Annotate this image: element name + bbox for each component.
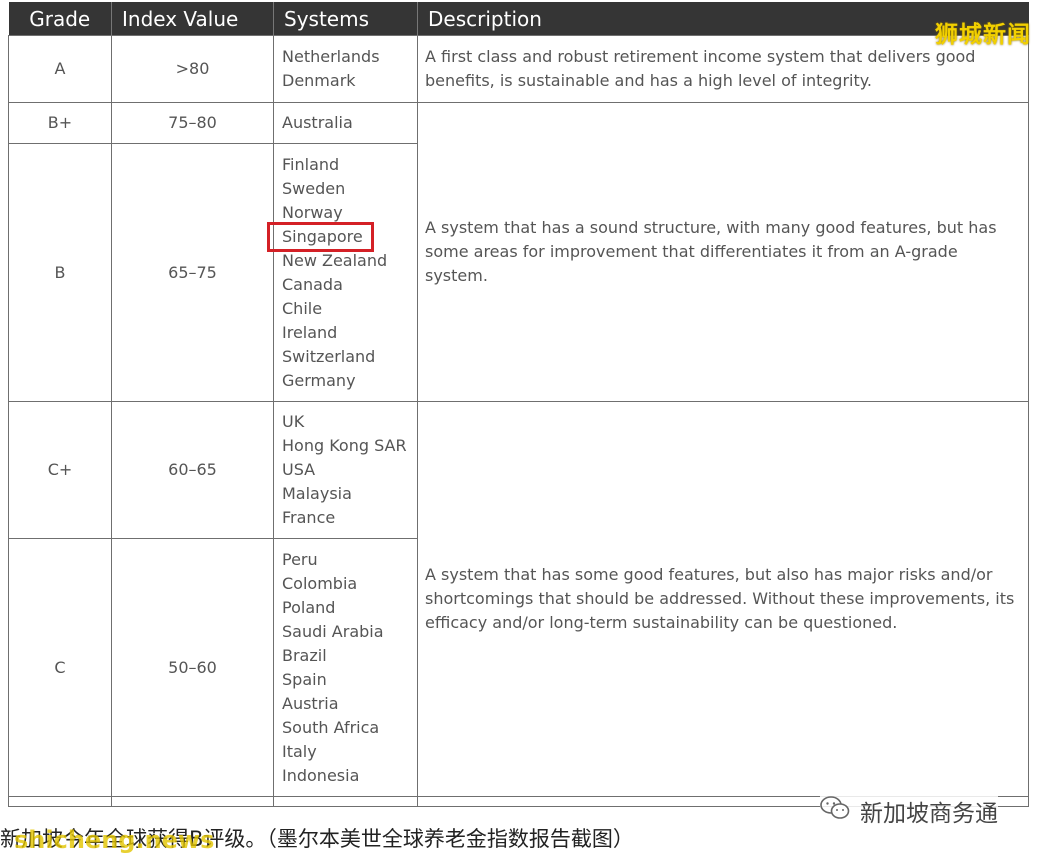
country-name: Australia	[282, 113, 353, 132]
country-name: Norway	[282, 202, 343, 222]
table-row: C+ 60–65 UK Hong Kong SAR USA Malaysia F…	[8, 401, 1029, 797]
wechat-account-mark: 新加坡商务通	[820, 795, 998, 827]
country-name: Sweden	[282, 178, 346, 198]
header-index-value: Index Value	[111, 2, 274, 36]
systems-cell: Netherlands Denmark	[273, 35, 418, 103]
watermark-top: 狮城新闻	[935, 22, 1031, 48]
country-name: Hong Kong SAR	[282, 436, 407, 455]
empty-cell	[273, 796, 418, 807]
header-grade: Grade	[8, 2, 112, 36]
country-name: Chile	[282, 298, 323, 318]
systems-cell: Australia	[273, 102, 418, 144]
country-name: Malaysia	[282, 484, 352, 503]
country-name: Netherlands	[282, 47, 380, 66]
grade-cell: A	[8, 35, 112, 103]
country-name: Austria	[282, 693, 339, 713]
country-name: Indonesia	[282, 765, 360, 785]
country-name: Brazil	[282, 645, 327, 665]
country-name: Spain	[282, 669, 327, 689]
country-name: Peru	[282, 549, 318, 569]
index-cell: 65–75	[111, 143, 274, 402]
pension-grade-table: Grade Index Value Systems Description A …	[8, 2, 1029, 807]
grade-cell: C+	[8, 401, 112, 539]
table-row: B+ 75–80 Australia A system that has a s…	[8, 102, 1029, 402]
country-name: South Africa	[282, 717, 380, 737]
index-cell: 75–80	[111, 102, 274, 144]
table-row: A >80 Netherlands Denmark A first class …	[8, 35, 1029, 103]
country-name: Italy	[282, 741, 317, 761]
index-cell: 60–65	[111, 401, 274, 539]
country-name: New Zealand	[282, 250, 388, 270]
country-name: France	[282, 508, 336, 527]
country-name: Ireland	[282, 322, 338, 342]
grade-cell: B	[8, 143, 112, 402]
index-cell: >80	[111, 35, 274, 103]
systems-cell: Peru Colombia Poland Saudi Arabia Brazil…	[273, 538, 418, 797]
country-name: Denmark	[282, 71, 356, 90]
description-cell-b-grades: A system that has a sound structure, wit…	[417, 102, 1029, 402]
header-systems: Systems	[273, 2, 418, 36]
grade-cell: B+	[8, 102, 112, 144]
index-cell: 50–60	[111, 538, 274, 797]
watermark-bottom: shicheng.news	[14, 826, 215, 854]
empty-cell	[111, 796, 274, 807]
country-name: Germany	[282, 370, 356, 390]
wechat-icon	[820, 795, 850, 827]
country-name: Colombia	[282, 573, 358, 593]
country-name: Switzerland	[282, 346, 376, 366]
systems-cell: UK Hong Kong SAR USA Malaysia France	[273, 401, 418, 539]
systems-cell: Finland Sweden Norway Singapore New Zeal…	[267, 143, 418, 402]
country-name: Finland	[282, 154, 340, 174]
empty-cell	[8, 796, 112, 807]
description-cell-c-grades: A system that has some good features, bu…	[417, 401, 1029, 797]
country-name: Poland	[282, 597, 336, 617]
country-name: UK	[282, 412, 305, 431]
wechat-account-name: 新加坡商务通	[860, 801, 998, 827]
grade-cell: C	[8, 538, 112, 797]
table-header-row: Grade Index Value Systems Description	[8, 2, 1029, 36]
country-name: Saudi Arabia	[282, 621, 384, 641]
country-name: USA	[282, 460, 316, 479]
country-name: Canada	[282, 274, 343, 294]
country-name-highlighted: Singapore	[267, 221, 374, 252]
